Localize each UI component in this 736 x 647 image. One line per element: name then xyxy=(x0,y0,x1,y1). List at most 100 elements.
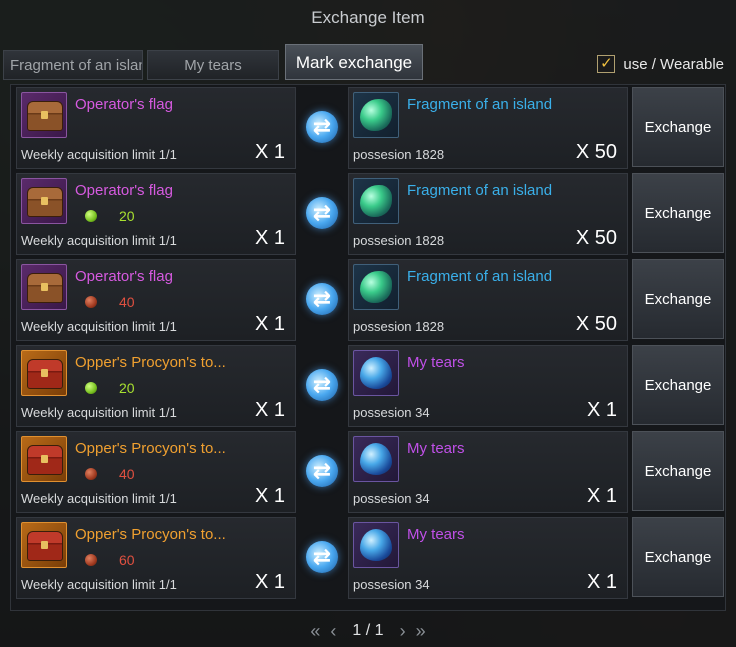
procyon-chest-icon xyxy=(21,436,67,482)
weekly-limit: Weekly acquisition limit 1/1 xyxy=(21,233,177,248)
give-quantity: X 1 xyxy=(254,313,285,335)
weekly-limit: Weekly acquisition limit 1/1 xyxy=(21,319,177,334)
exchange-list: Operator's flag Weekly acquisition limit… xyxy=(10,84,726,611)
get-quantity: X 50 xyxy=(575,141,617,163)
wearable-label: use / Wearable xyxy=(623,55,724,73)
exchange-row: Opper's Procyon's to... 40 Weekly acquis… xyxy=(16,431,724,513)
operators-flag-chest-icon xyxy=(21,92,67,138)
island-fragment-gem-icon xyxy=(353,92,399,138)
give-item-name: Operator's flag xyxy=(75,268,173,285)
exchange-arrows-icon: ⇄ xyxy=(306,111,338,143)
get-item-slot[interactable]: Fragment of an island possesion 1828 X 5… xyxy=(348,173,628,255)
get-item-slot[interactable]: My tears possesion 34 X 1 xyxy=(348,517,628,599)
island-fragment-gem-icon xyxy=(353,264,399,310)
get-quantity: X 50 xyxy=(575,227,617,249)
get-quantity: X 1 xyxy=(586,571,617,593)
give-item-name: Opper's Procyon's to... xyxy=(75,526,226,543)
tab-fragment-of-an-island[interactable]: Fragment of an island xyxy=(3,50,143,80)
get-quantity: X 50 xyxy=(575,313,617,335)
exchange-row: Operator's flag 20 Weekly acquisition li… xyxy=(16,173,724,255)
price: 20 xyxy=(85,208,135,224)
give-item-name: Operator's flag xyxy=(75,182,173,199)
price-value: 40 xyxy=(119,294,135,310)
give-item-name: Operator's flag xyxy=(75,96,173,113)
red-coin-icon xyxy=(85,296,97,308)
give-quantity: X 1 xyxy=(254,399,285,421)
exchange-button[interactable]: Exchange xyxy=(632,431,724,511)
exchange-row: Operator's flag 40 Weekly acquisition li… xyxy=(16,259,724,341)
give-item-slot[interactable]: Opper's Procyon's to... 20 Weekly acquis… xyxy=(16,345,296,427)
operators-flag-chest-icon xyxy=(21,178,67,224)
exchange-row: Opper's Procyon's to... 60 Weekly acquis… xyxy=(16,517,724,599)
exchange-row: Operator's flag Weekly acquisition limit… xyxy=(16,87,724,169)
exchange-arrows-icon: ⇄ xyxy=(306,455,338,487)
pagination: « ‹ 1 / 1 › » xyxy=(0,618,736,644)
wearable-filter[interactable]: ✓ use / Wearable xyxy=(597,53,724,75)
exchange-button[interactable]: Exchange xyxy=(632,87,724,167)
possession-count: possesion 34 xyxy=(353,405,430,420)
tab-mark-exchange[interactable]: Mark exchange xyxy=(285,44,423,80)
possession-count: possesion 1828 xyxy=(353,147,445,162)
exchange-row: Opper's Procyon's to... 20 Weekly acquis… xyxy=(16,345,724,427)
get-item-slot[interactable]: My tears possesion 34 X 1 xyxy=(348,431,628,513)
possession-count: possesion 1828 xyxy=(353,319,445,334)
give-item-slot[interactable]: Opper's Procyon's to... 40 Weekly acquis… xyxy=(16,431,296,513)
procyon-chest-icon xyxy=(21,522,67,568)
give-item-name: Opper's Procyon's to... xyxy=(75,354,226,371)
get-item-name: My tears xyxy=(407,440,465,457)
exchange-button[interactable]: Exchange xyxy=(632,517,724,597)
price-value: 20 xyxy=(119,208,135,224)
operators-flag-chest-icon xyxy=(21,264,67,310)
price: 60 xyxy=(85,552,135,568)
window-title: Exchange Item xyxy=(311,8,425,27)
weekly-limit: Weekly acquisition limit 1/1 xyxy=(21,577,177,592)
give-item-slot[interactable]: Operator's flag 40 Weekly acquisition li… xyxy=(16,259,296,341)
get-item-name: My tears xyxy=(407,354,465,371)
give-quantity: X 1 xyxy=(254,141,285,163)
give-quantity: X 1 xyxy=(254,571,285,593)
price: 40 xyxy=(85,466,135,482)
tab-my-tears[interactable]: My tears xyxy=(147,50,279,80)
possession-count: possesion 1828 xyxy=(353,233,445,248)
wearable-checkbox[interactable]: ✓ xyxy=(597,55,616,73)
exchange-window: Exchange Item Fragment of an island My t… xyxy=(0,0,736,647)
last-page-button[interactable]: » xyxy=(416,621,426,642)
price-value: 40 xyxy=(119,466,135,482)
exchange-button[interactable]: Exchange xyxy=(632,173,724,253)
green-coin-icon xyxy=(85,382,97,394)
my-tears-gem-icon xyxy=(353,436,399,482)
weekly-limit: Weekly acquisition limit 1/1 xyxy=(21,491,177,506)
weekly-limit: Weekly acquisition limit 1/1 xyxy=(21,147,177,162)
first-page-button[interactable]: « xyxy=(310,621,320,642)
get-item-slot[interactable]: My tears possesion 34 X 1 xyxy=(348,345,628,427)
price-value: 60 xyxy=(119,552,135,568)
get-item-name: Fragment of an island xyxy=(407,96,553,113)
next-page-button[interactable]: › xyxy=(400,621,406,642)
give-quantity: X 1 xyxy=(254,227,285,249)
get-item-slot[interactable]: Fragment of an island possesion 1828 X 5… xyxy=(348,87,628,169)
price: 20 xyxy=(85,380,135,396)
red-coin-icon xyxy=(85,468,97,480)
get-quantity: X 1 xyxy=(586,485,617,507)
exchange-arrows-icon: ⇄ xyxy=(306,197,338,229)
get-quantity: X 1 xyxy=(586,399,617,421)
green-coin-icon xyxy=(85,210,97,222)
give-item-slot[interactable]: Operator's flag Weekly acquisition limit… xyxy=(16,87,296,169)
give-item-name: Opper's Procyon's to... xyxy=(75,440,226,457)
prev-page-button[interactable]: ‹ xyxy=(330,621,336,642)
exchange-button[interactable]: Exchange xyxy=(632,259,724,339)
possession-count: possesion 34 xyxy=(353,491,430,506)
price: 40 xyxy=(85,294,135,310)
page-indicator: 1 / 1 xyxy=(352,622,384,639)
get-item-name: Fragment of an island xyxy=(407,268,553,285)
exchange-arrows-icon: ⇄ xyxy=(306,541,338,573)
my-tears-gem-icon xyxy=(353,350,399,396)
give-item-slot[interactable]: Operator's flag 20 Weekly acquisition li… xyxy=(16,173,296,255)
exchange-button[interactable]: Exchange xyxy=(632,345,724,425)
give-quantity: X 1 xyxy=(254,485,285,507)
exchange-arrows-icon: ⇄ xyxy=(306,369,338,401)
possession-count: possesion 34 xyxy=(353,577,430,592)
get-item-slot[interactable]: Fragment of an island possesion 1828 X 5… xyxy=(348,259,628,341)
give-item-slot[interactable]: Opper's Procyon's to... 60 Weekly acquis… xyxy=(16,517,296,599)
island-fragment-gem-icon xyxy=(353,178,399,224)
